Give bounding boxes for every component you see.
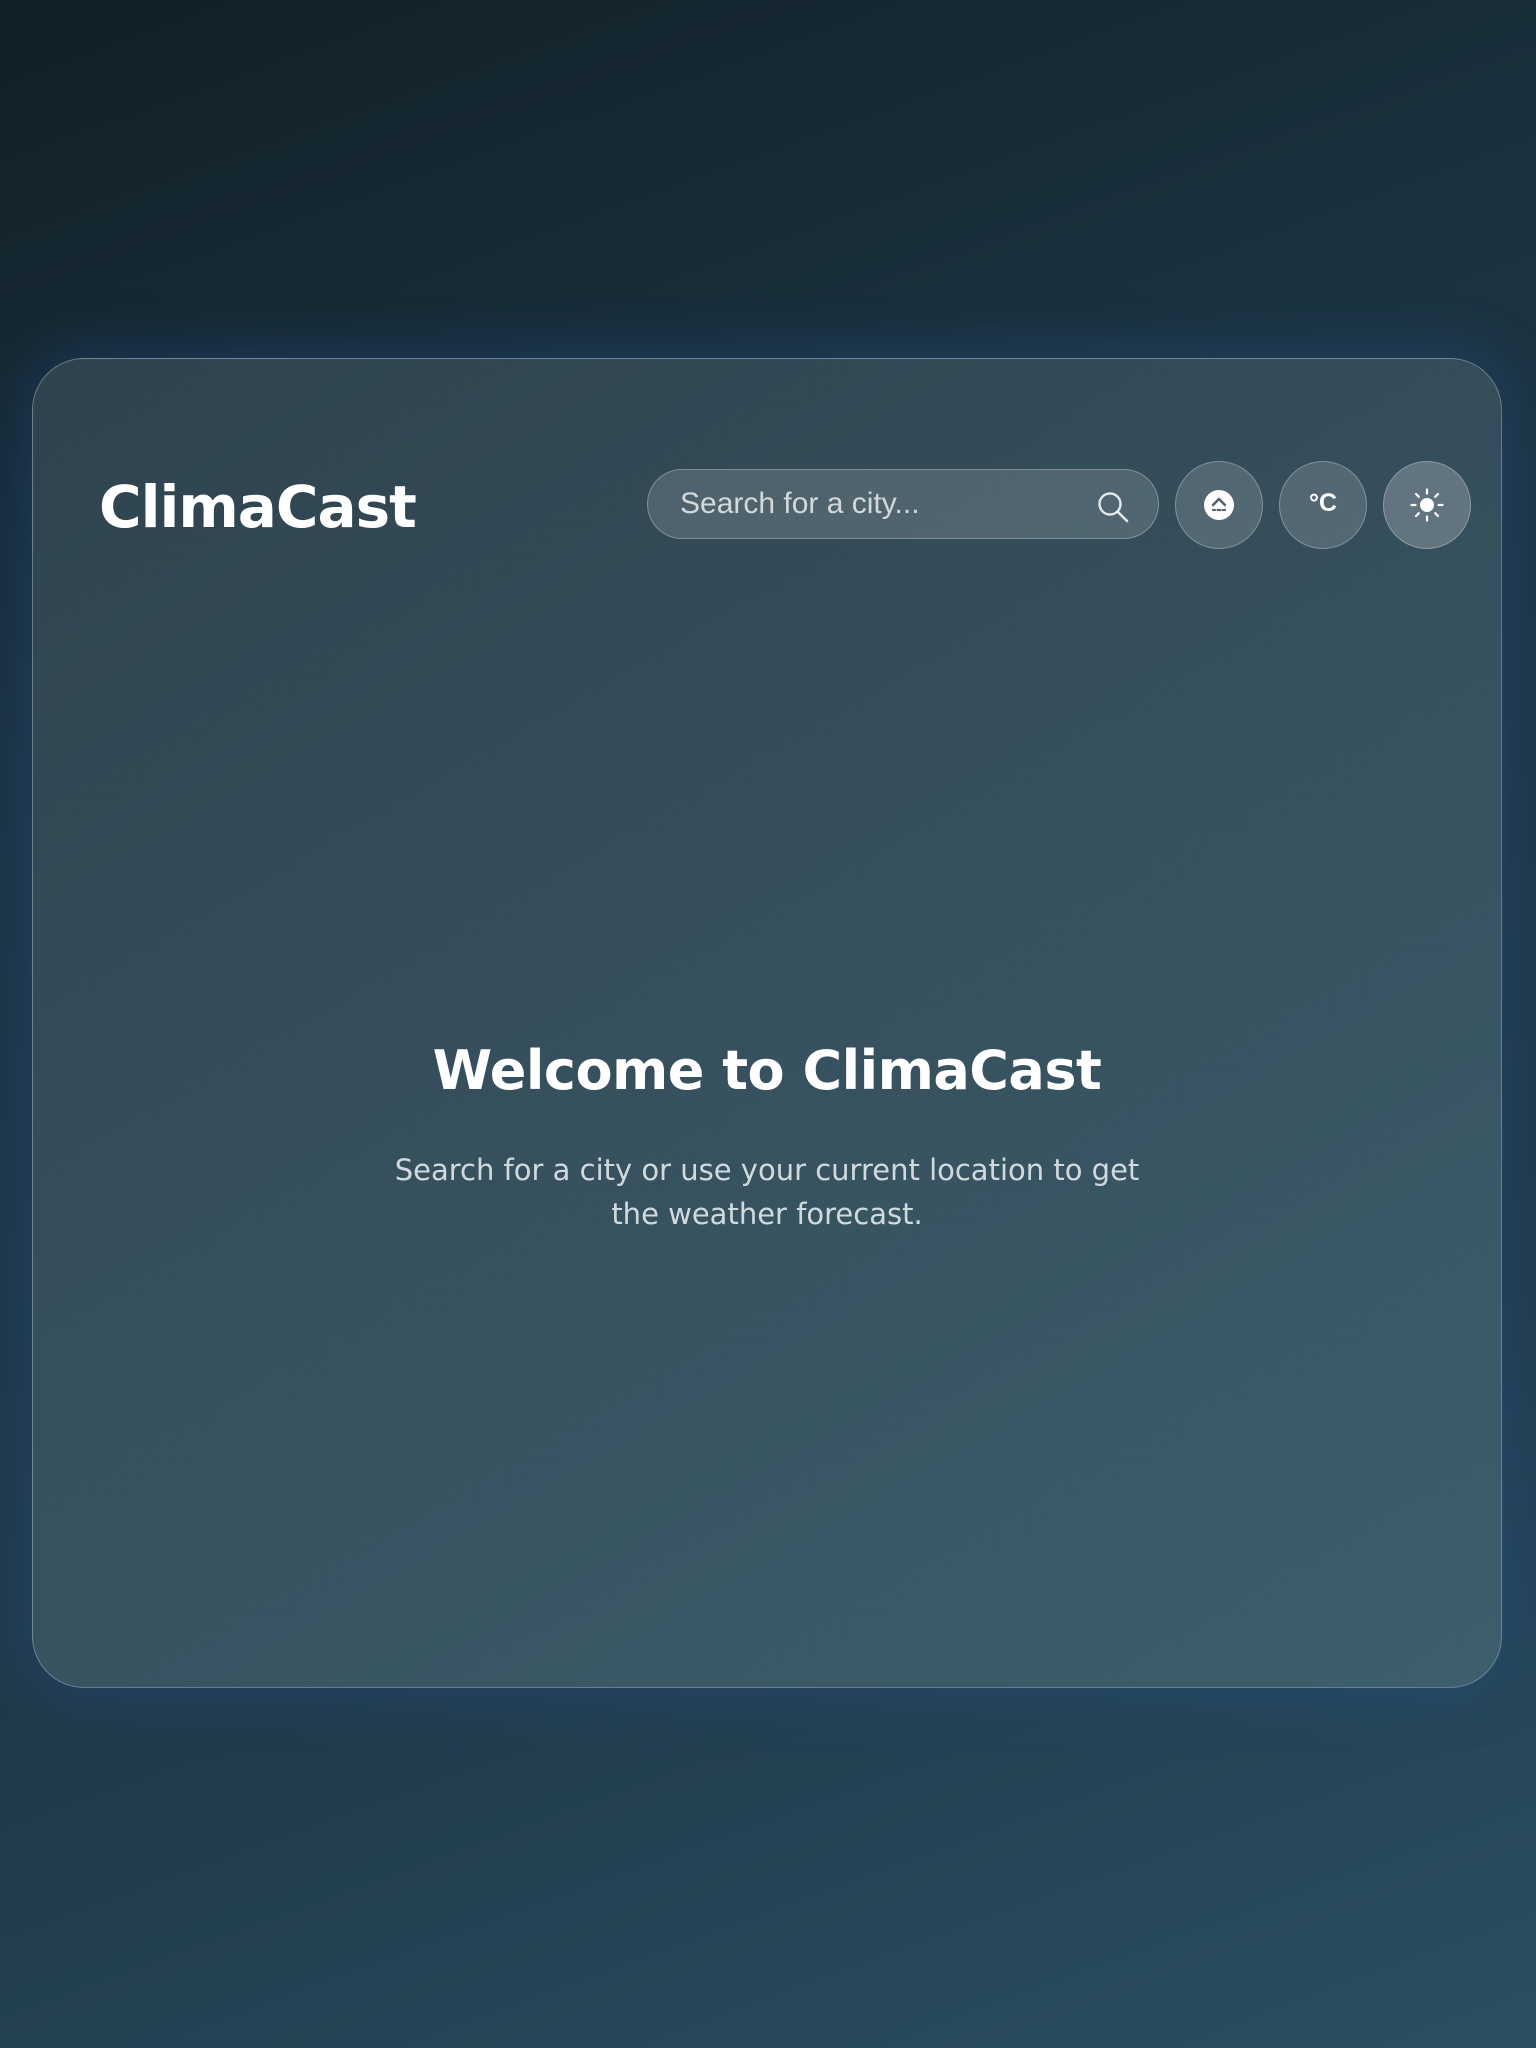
search-input[interactable] [648, 470, 1158, 538]
header: ClimaCast °C [99, 459, 1471, 549]
unit-toggle-button[interactable]: °C [1279, 461, 1367, 549]
welcome-section: Welcome to ClimaCast Search for a city o… [33, 1039, 1501, 1236]
main-card: ClimaCast °C [32, 358, 1502, 1688]
welcome-title: Welcome to ClimaCast [432, 1039, 1102, 1102]
location-icon [1204, 490, 1234, 520]
app-logo: ClimaCast [99, 473, 417, 541]
welcome-message: Search for a city or use your current lo… [394, 1153, 1140, 1231]
unit-label: °C [1308, 488, 1338, 517]
sun-icon [1410, 488, 1444, 522]
current-location-button[interactable] [1175, 461, 1263, 549]
search-icon[interactable] [1096, 490, 1130, 524]
theme-toggle-button[interactable] [1383, 461, 1471, 549]
search-bar[interactable] [647, 469, 1159, 539]
